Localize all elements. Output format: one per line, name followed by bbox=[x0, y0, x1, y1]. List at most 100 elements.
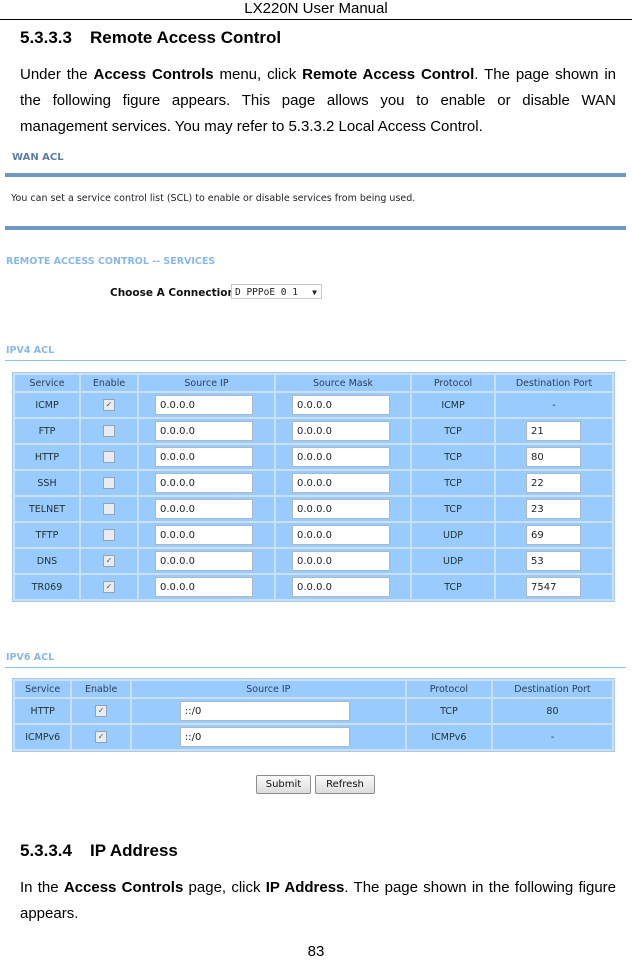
source-mask-input[interactable]: 0.0.0.0 bbox=[292, 525, 390, 545]
enable-checkbox[interactable]: ✓ bbox=[103, 399, 115, 411]
destination-port-input[interactable]: 69 bbox=[526, 525, 581, 545]
service-name: FTP bbox=[15, 419, 79, 443]
source-mask-cell: 0.0.0.0 bbox=[276, 419, 410, 443]
source-ip-input[interactable]: 0.0.0.0 bbox=[155, 577, 253, 597]
source-ip-cell: ::/0 bbox=[131, 699, 405, 723]
source-ip-cell: ::/0 bbox=[131, 725, 405, 749]
source-ip-input[interactable]: 0.0.0.0 bbox=[155, 525, 253, 545]
enable-cell bbox=[81, 445, 137, 469]
source-mask-input[interactable]: 0.0.0.0 bbox=[292, 395, 390, 415]
source-mask-input-wrapper: 0.0.0.0 bbox=[276, 447, 410, 467]
source-ip-input[interactable]: 0.0.0.0 bbox=[155, 421, 253, 441]
table-row: TR069 ✓ 0.0.0.0 0.0.0.0 TCP 7547 bbox=[15, 575, 612, 599]
protocol: TCP bbox=[412, 419, 494, 443]
protocol: TCP bbox=[412, 497, 494, 521]
source-ip-input-wrapper: 0.0.0.0 bbox=[139, 421, 274, 441]
destination-port-input-wrapper: 69 bbox=[496, 525, 612, 545]
divider bbox=[5, 360, 626, 361]
enable-checkbox[interactable]: ✓ bbox=[95, 705, 108, 717]
enable-cell: ✓ bbox=[81, 575, 137, 599]
column-header: Service bbox=[15, 375, 79, 391]
source-ip-cell: 0.0.0.0 bbox=[139, 445, 274, 469]
source-ip-input-wrapper: 0.0.0.0 bbox=[139, 577, 274, 597]
enable-checkbox[interactable]: ✓ bbox=[103, 581, 115, 593]
service-name: TFTP bbox=[15, 523, 79, 547]
destination-port-input[interactable]: 53 bbox=[526, 551, 581, 571]
submit-button[interactable]: Submit bbox=[256, 775, 311, 794]
source-ip-input-wrapper: ::/0 bbox=[132, 701, 405, 721]
text: In the bbox=[20, 879, 64, 896]
source-mask-input-wrapper: 0.0.0.0 bbox=[276, 473, 410, 493]
column-header: Protocol bbox=[406, 681, 491, 697]
connection-select[interactable]: D PPPoE 0 1 ▼ bbox=[231, 284, 322, 299]
enable-checkbox[interactable]: ✓ bbox=[103, 555, 115, 567]
source-ip-input[interactable]: 0.0.0.0 bbox=[155, 395, 253, 415]
source-mask-input[interactable]: 0.0.0.0 bbox=[292, 447, 390, 467]
source-mask-input-wrapper: 0.0.0.0 bbox=[276, 525, 410, 545]
column-header: Enable bbox=[72, 681, 130, 697]
enable-checkbox[interactable] bbox=[103, 425, 115, 437]
protocol: UDP bbox=[412, 549, 494, 573]
services-title: REMOTE ACCESS CONTROL -- SERVICES bbox=[6, 256, 216, 267]
source-mask-input[interactable]: 0.0.0.0 bbox=[292, 421, 390, 441]
table-header-row: Service Enable Source IP Source Mask Protoco… bbox=[15, 375, 612, 391]
source-mask-input[interactable]: 0.0.0.0 bbox=[292, 473, 390, 493]
source-ip-cell: 0.0.0.0 bbox=[139, 549, 274, 573]
destination-port-input[interactable]: 21 bbox=[526, 421, 581, 441]
source-mask-cell: 0.0.0.0 bbox=[276, 471, 410, 495]
destination-port: 80 bbox=[492, 699, 612, 723]
bold-text: Access Controls bbox=[93, 66, 214, 83]
protocol: TCP bbox=[412, 445, 494, 469]
section-number: 5.3.3.3 bbox=[20, 28, 72, 47]
enable-checkbox[interactable] bbox=[103, 477, 115, 489]
destination-port-input[interactable]: 80 bbox=[526, 447, 581, 467]
section-heading: 5.3.3.4 IP Address bbox=[20, 841, 178, 861]
protocol: UDP bbox=[412, 523, 494, 547]
column-header: Protocol bbox=[412, 375, 494, 391]
column-header: Enable bbox=[81, 375, 137, 391]
destination-port-input[interactable]: 22 bbox=[526, 473, 581, 493]
service-name: SSH bbox=[15, 471, 79, 495]
enable-checkbox[interactable] bbox=[103, 503, 115, 515]
source-mask-input[interactable]: 0.0.0.0 bbox=[292, 499, 390, 519]
enable-cell bbox=[81, 419, 137, 443]
text: Under the bbox=[20, 66, 94, 83]
source-ip-input[interactable]: 0.0.0.0 bbox=[155, 499, 253, 519]
source-mask-cell: 0.0.0.0 bbox=[276, 575, 410, 599]
source-mask-input-wrapper: 0.0.0.0 bbox=[276, 499, 410, 519]
section-heading: 5.3.3.3 Remote Access Control bbox=[20, 28, 281, 48]
destination-port-input[interactable]: 23 bbox=[526, 499, 581, 519]
destination-port-input-wrapper: 23 bbox=[496, 499, 612, 519]
ipv6-title: IPV6 ACL bbox=[6, 652, 55, 663]
source-ip-input[interactable]: 0.0.0.0 bbox=[155, 473, 253, 493]
source-mask-input[interactable]: 0.0.0.0 bbox=[292, 551, 390, 571]
enable-checkbox[interactable] bbox=[103, 451, 115, 463]
section-number: 5.3.3.4 bbox=[20, 841, 72, 860]
source-ip-input-wrapper: ::/0 bbox=[132, 727, 405, 747]
connection-value: D PPPoE 0 1 bbox=[235, 287, 298, 298]
destination-port-cell: 23 bbox=[496, 497, 612, 521]
destination-port-input[interactable]: 7547 bbox=[526, 577, 581, 597]
destination-port-cell: 22 bbox=[496, 471, 612, 495]
source-ip-cell: 0.0.0.0 bbox=[139, 575, 274, 599]
bold-text: IP Address bbox=[265, 879, 345, 896]
source-mask-input-wrapper: 0.0.0.0 bbox=[276, 395, 410, 415]
service-name: TR069 bbox=[15, 575, 79, 599]
source-ip-input[interactable]: 0.0.0.0 bbox=[155, 447, 253, 467]
refresh-button[interactable]: Refresh bbox=[315, 775, 375, 794]
destination-port-input-wrapper: 53 bbox=[496, 551, 612, 571]
source-ip-input[interactable]: 0.0.0.0 bbox=[155, 551, 253, 571]
source-mask-input[interactable]: 0.0.0.0 bbox=[292, 577, 390, 597]
source-ip-input-wrapper: 0.0.0.0 bbox=[139, 499, 274, 519]
source-ip-input[interactable]: ::/0 bbox=[179, 701, 350, 721]
source-ip-input-wrapper: 0.0.0.0 bbox=[139, 473, 274, 493]
enable-checkbox[interactable] bbox=[103, 529, 115, 541]
source-mask-input-wrapper: 0.0.0.0 bbox=[276, 551, 410, 571]
enable-checkbox[interactable]: ✓ bbox=[95, 731, 108, 743]
page-number: 83 bbox=[307, 943, 325, 960]
destination-port-cell: 80 bbox=[496, 445, 612, 469]
service-name: DNS bbox=[15, 549, 79, 573]
table-header-row: Service Enable Source IP Protocol Destinatio… bbox=[15, 681, 612, 697]
source-ip-input[interactable]: ::/0 bbox=[179, 727, 350, 747]
text: page, click bbox=[183, 879, 266, 896]
